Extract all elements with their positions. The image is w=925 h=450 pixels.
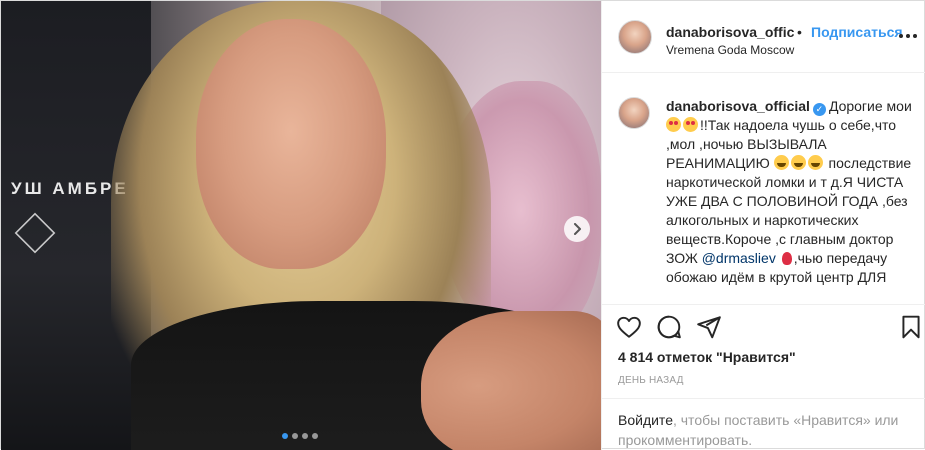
bookmark-icon[interactable] (898, 314, 924, 340)
post-photo[interactable]: УШ АМБРЕ (1, 1, 601, 450)
arm (421, 311, 601, 450)
chevron-right-icon (574, 223, 581, 235)
caption-area: danaborisova_official ✓ Дорогие мои !!Так … (602, 73, 925, 305)
carousel-dot-1 (282, 433, 288, 439)
face (196, 19, 386, 269)
carousel-dot-3 (302, 433, 308, 439)
carousel-dot-4 (312, 433, 318, 439)
instagram-post: УШ АМБРЕ danaborisova_offic • Подписатьс… (0, 0, 925, 450)
comment-icon[interactable] (656, 314, 682, 340)
username-link[interactable]: danaborisova_offic (666, 24, 794, 40)
avatar[interactable] (618, 20, 652, 54)
caption-avatar[interactable] (618, 97, 650, 129)
location-link[interactable]: Vremena Goda Moscow (666, 43, 794, 57)
rofl-emoji-icon (807, 155, 823, 170)
verified-icon: ✓ (812, 103, 826, 116)
heart-eyes-emoji-icon (666, 117, 681, 132)
caption-text: danaborisova_official ✓ Дорогие мои !!Так … (666, 97, 914, 287)
caption-username-link[interactable]: danaborisova_official (666, 98, 810, 114)
post-timestamp[interactable]: день назад (618, 375, 684, 386)
heart-icon[interactable] (616, 314, 642, 340)
rose-emoji-icon (781, 252, 792, 265)
more-icon[interactable] (897, 31, 919, 41)
separator-dot: • (797, 24, 802, 40)
mention-link[interactable]: @drmasliev (702, 250, 776, 266)
login-prompt: Войдите, чтобы поставить «Нравится» или … (602, 398, 925, 450)
action-bar (602, 306, 925, 350)
heart-eyes-emoji-icon (683, 117, 698, 132)
login-link[interactable]: Войдите (618, 412, 673, 428)
likes-count[interactable]: 4 814 отметок "Нравится" (618, 349, 796, 365)
carousel-dot-2 (292, 433, 298, 439)
post-header: danaborisova_offic • Подписаться Vremena… (602, 1, 925, 73)
laughing-emoji-icon (773, 155, 789, 170)
caption-text-part-1: Дорогие мои (828, 98, 912, 114)
share-icon[interactable] (696, 314, 722, 340)
next-photo-button[interactable] (564, 216, 590, 242)
carousel-indicator (282, 433, 318, 439)
follow-button[interactable]: Подписаться (811, 24, 903, 40)
rofl-emoji-icon (790, 155, 806, 170)
post-sidebar: danaborisova_offic • Подписаться Vremena… (601, 1, 925, 450)
